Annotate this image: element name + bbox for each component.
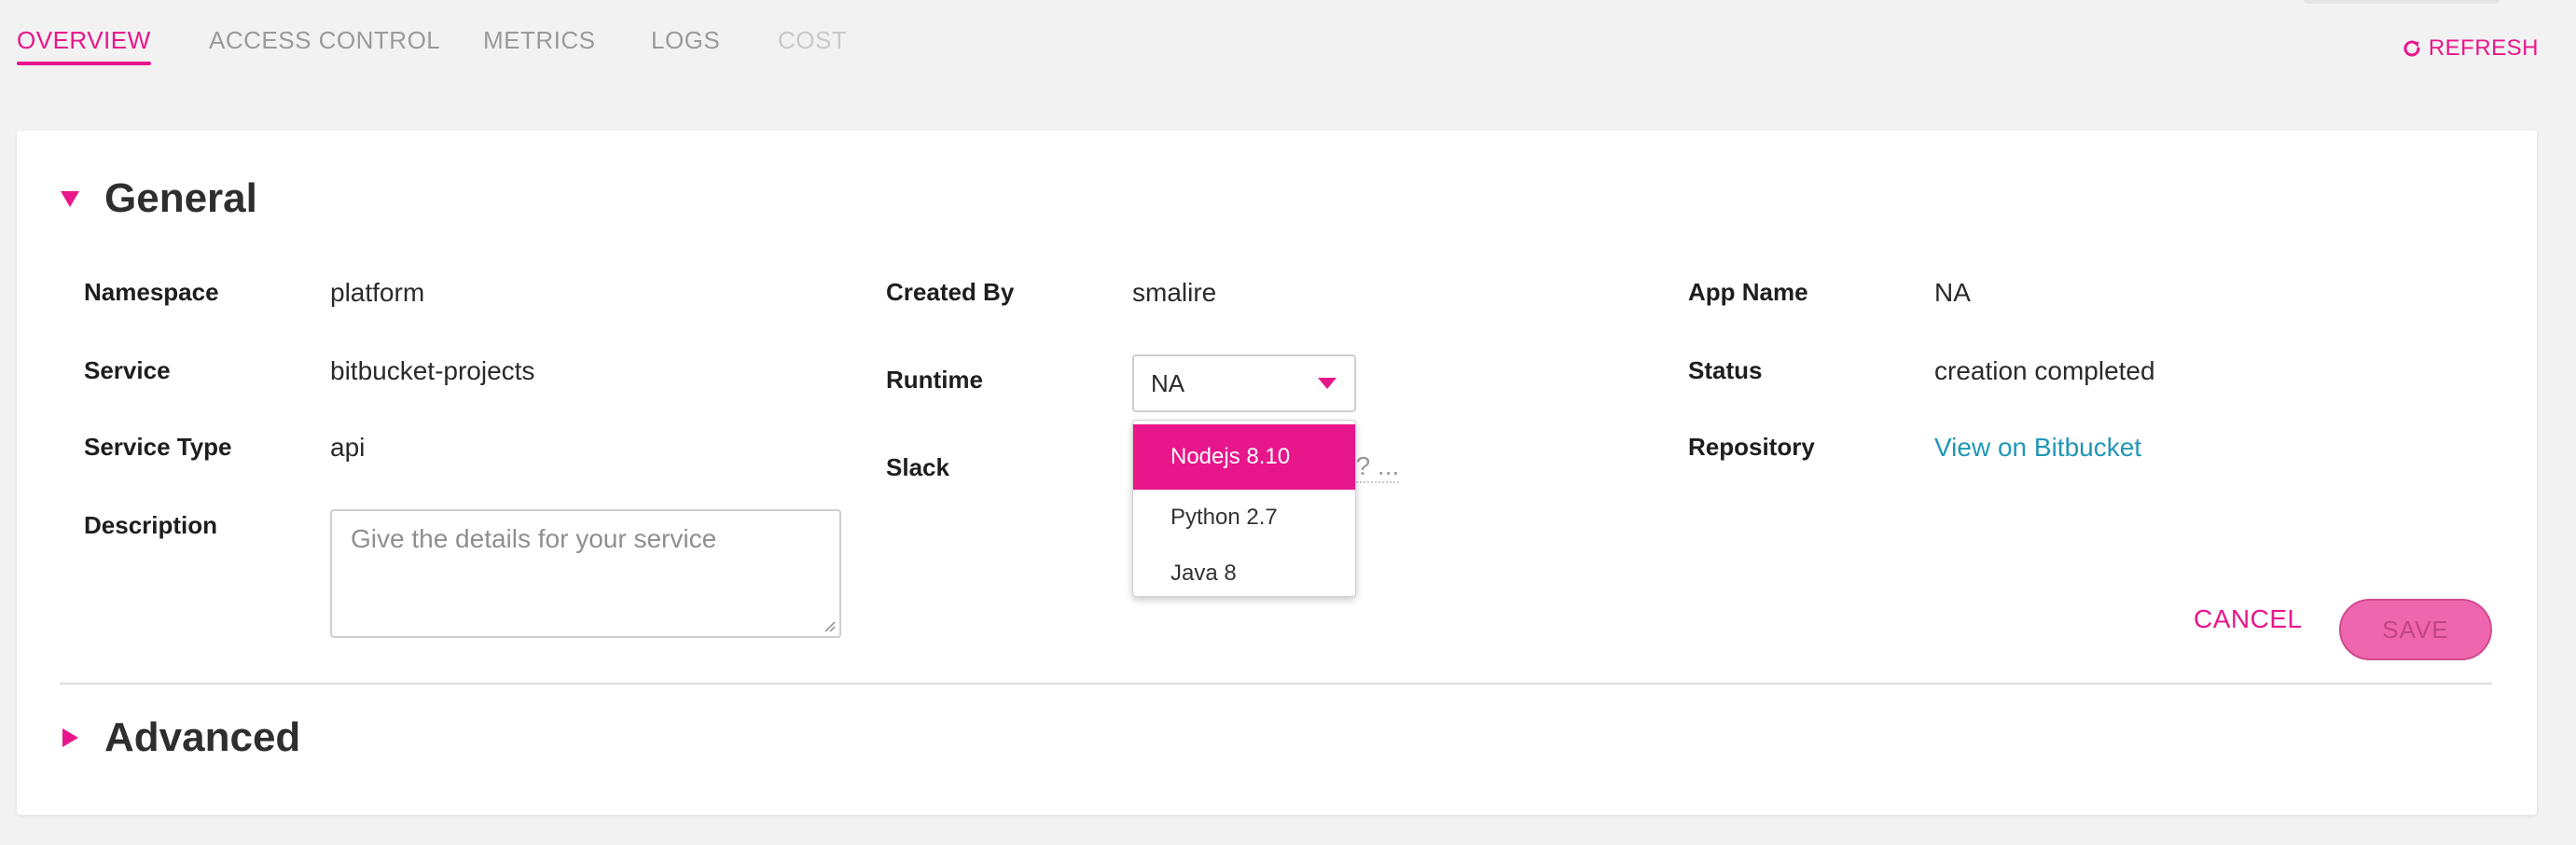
description-textarea[interactable]: Give the details for your service [330, 509, 841, 638]
general-section-toggle[interactable]: General [60, 175, 257, 222]
created-by-label: Created By [886, 278, 1015, 306]
tab-overview-label: OVERVIEW [17, 26, 151, 54]
repository-link[interactable]: View on Bitbucket [1934, 433, 2141, 463]
service-type-label: Service Type [84, 433, 232, 461]
runtime-selected-value: NA [1151, 368, 1185, 397]
chevron-down-icon [1318, 378, 1336, 389]
section-divider [60, 683, 2492, 685]
description-label: Description [84, 511, 218, 539]
tab-access-control[interactable]: ACCESS CONTROL [209, 26, 440, 55]
resize-handle-icon[interactable] [823, 619, 836, 632]
tab-metrics-label: METRICS [483, 26, 596, 54]
app-name-label: App Name [1688, 278, 1808, 306]
save-button-label: SAVE [2382, 615, 2449, 644]
tab-logs-label: LOGS [651, 26, 721, 54]
namespace-value: platform [330, 278, 425, 307]
runtime-label: Runtime [886, 366, 983, 394]
status-value: creation completed [1934, 356, 2155, 385]
slack-label: Slack [886, 453, 949, 481]
status-label: Status [1688, 356, 1763, 384]
runtime-dropdown-menu: Nodejs 8.10 Python 2.7 Java 8 [1132, 420, 1356, 597]
runtime-option[interactable]: Nodejs 8.10 [1133, 424, 1355, 490]
created-by-value: smalire [1132, 278, 1217, 307]
service-label: Service [84, 356, 171, 384]
runtime-option-label: Python 2.7 [1170, 505, 1278, 530]
refresh-icon [2403, 40, 2420, 57]
refresh-button[interactable]: REFRESH [2401, 35, 2539, 62]
description-placeholder: Give the details for your service [351, 524, 717, 553]
expand-triangle-icon [62, 728, 78, 747]
advanced-section-title: Advanced [104, 714, 301, 760]
runtime-select[interactable]: NA [1132, 354, 1356, 412]
tab-logs[interactable]: LOGS [651, 26, 720, 55]
tab-cost-label: COST [778, 26, 848, 54]
app-name-value: NA [1934, 278, 1971, 307]
collapse-triangle-icon [61, 191, 79, 207]
runtime-option-label: Java 8 [1170, 561, 1237, 586]
repository-label: Repository [1688, 433, 1815, 461]
save-button[interactable]: SAVE [2339, 599, 2492, 660]
active-tab-underline [17, 62, 151, 65]
refresh-label: REFRESH [2428, 35, 2539, 61]
service-overview-card: General Namespace platform Service bitbu… [17, 131, 2537, 815]
general-section-title: General [104, 175, 257, 221]
tab-metrics[interactable]: METRICS [483, 26, 596, 55]
top-panel-edge [2304, 0, 2500, 4]
runtime-option-label: Nodejs 8.10 [1170, 444, 1291, 469]
tab-overview[interactable]: OVERVIEW [17, 26, 151, 65]
tab-access-control-label: ACCESS CONTROL [209, 26, 441, 54]
runtime-option[interactable]: Java 8 [1133, 546, 1355, 596]
namespace-label: Namespace [84, 278, 219, 306]
service-type-value: api [330, 433, 366, 462]
tab-cost: COST [778, 26, 847, 55]
advanced-section-toggle[interactable]: Advanced [60, 714, 300, 761]
runtime-option[interactable]: Python 2.7 [1133, 490, 1355, 546]
cancel-button[interactable]: CANCEL [2194, 604, 2303, 634]
service-value: bitbucket-projects [330, 356, 535, 385]
